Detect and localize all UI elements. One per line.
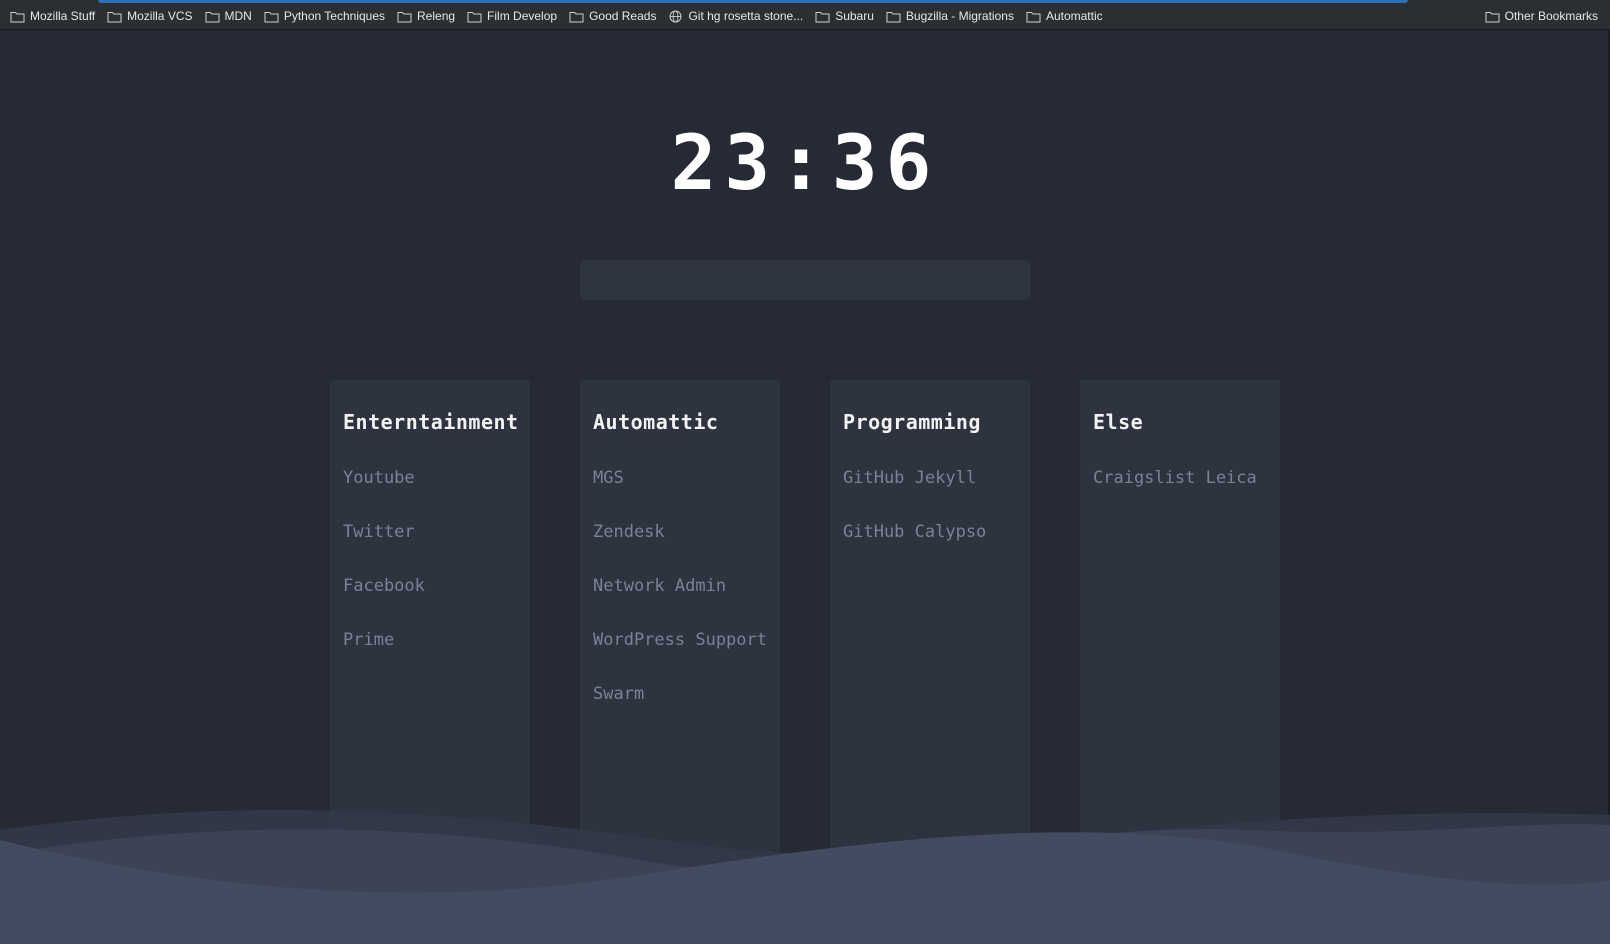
link-network-admin[interactable]: Network Admin: [593, 575, 780, 629]
card-title: Automattic: [593, 410, 719, 434]
folder-icon: [1026, 11, 1041, 22]
bookmark-label: MDN: [224, 9, 252, 23]
bookmark-label: Mozilla VCS: [127, 9, 193, 23]
card-title: Enterntainment: [343, 410, 519, 434]
folder-icon: [205, 11, 219, 22]
bookmark-label: Good Reads: [589, 9, 657, 23]
bookmark-mdn[interactable]: MDN: [205, 7, 252, 25]
folder-icon: [1485, 11, 1500, 22]
bookmark-git-hg-rosetta-stone[interactable]: Git hg rosetta stone...: [668, 7, 803, 25]
bookmark-automattic[interactable]: Automattic: [1026, 7, 1103, 25]
link-twitter[interactable]: Twitter: [343, 521, 530, 575]
bookmark-bugzilla-migrations[interactable]: Bugzilla - Migrations: [886, 7, 1014, 25]
folder-icon: [467, 11, 482, 22]
bookmark-label: Python Techniques: [283, 9, 386, 23]
bookmark-film-develop[interactable]: Film Develop: [467, 7, 557, 25]
decorative-waves: [0, 810, 1610, 944]
folder-icon: [886, 11, 901, 22]
bookmarks-list: Mozilla Stuff Mozilla VCS MDN Python Tec…: [10, 7, 1115, 25]
bookmark-label: Releng: [417, 9, 456, 23]
link-facebook[interactable]: Facebook: [343, 575, 530, 629]
bookmark-label: Automattic: [1045, 9, 1103, 23]
other-bookmarks-button[interactable]: Other Bookmarks: [1485, 7, 1598, 25]
bookmark-label: Other Bookmarks: [1504, 9, 1598, 23]
bookmarks-toolbar: Mozilla Stuff Mozilla VCS MDN Python Tec…: [0, 0, 1610, 30]
bookmark-mozilla-vcs[interactable]: Mozilla VCS: [107, 7, 193, 25]
bookmark-releng[interactable]: Releng: [397, 7, 455, 25]
folder-icon: [107, 11, 122, 22]
card-title: Else: [1093, 410, 1144, 434]
folder-icon: [815, 11, 830, 22]
bookmark-subaru[interactable]: Subaru: [815, 7, 874, 25]
bookmark-good-reads[interactable]: Good Reads: [569, 7, 656, 25]
address-bar-focus-line: [98, 0, 1408, 3]
bookmark-python-techniques[interactable]: Python Techniques: [264, 7, 385, 25]
link-youtube[interactable]: Youtube: [343, 467, 530, 521]
folder-icon: [397, 11, 412, 22]
link-prime[interactable]: Prime: [343, 629, 530, 683]
link-wordpress-support[interactable]: WordPress Support: [593, 629, 780, 683]
bookmark-label: Subaru: [835, 9, 874, 23]
link-craigslist-leica[interactable]: Craigslist Leica: [1093, 467, 1280, 521]
bookmark-label: Bugzilla - Migrations: [905, 9, 1014, 23]
globe-icon: [669, 10, 682, 22]
clock-display: 23:36: [670, 118, 940, 207]
link-github-calypso[interactable]: GitHub Calypso: [843, 521, 1030, 575]
folder-icon: [569, 11, 584, 22]
bookmark-label: Git hg rosetta stone...: [688, 9, 804, 23]
link-swarm[interactable]: Swarm: [593, 683, 780, 737]
card-title: Programming: [843, 410, 981, 434]
link-mgs[interactable]: MGS: [593, 467, 780, 521]
search-input[interactable]: [580, 260, 1030, 300]
link-zendesk[interactable]: Zendesk: [593, 521, 780, 575]
other-bookmarks[interactable]: Other Bookmarks: [1485, 7, 1598, 25]
folder-icon: [264, 11, 279, 22]
bookmark-label: Mozilla Stuff: [30, 9, 96, 23]
link-github-jekyll[interactable]: GitHub Jekyll: [843, 467, 1030, 521]
folder-icon: [10, 11, 25, 22]
bookmark-mozilla-stuff[interactable]: Mozilla Stuff: [10, 7, 95, 25]
bookmark-label: Film Develop: [487, 9, 558, 23]
